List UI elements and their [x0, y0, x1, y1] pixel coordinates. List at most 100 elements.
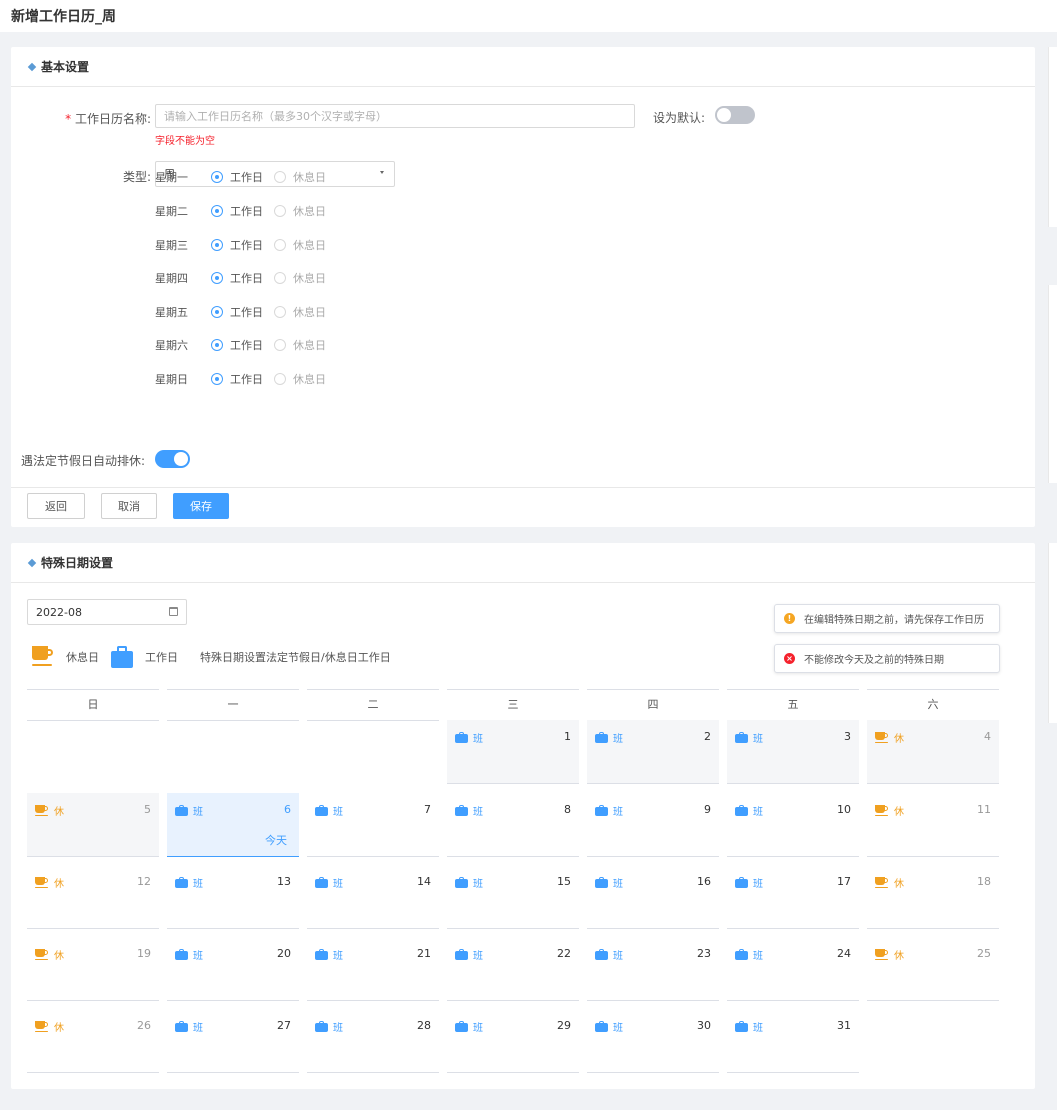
calendar-day-cell[interactable]: 班9	[587, 793, 719, 857]
legend: 休息日 工作日 特殊日期设置法定节假日/休息日工作日	[32, 646, 391, 668]
day-type-tag: 班	[595, 1019, 623, 1034]
calendar-day-cell[interactable]: 休 25	[867, 937, 999, 1001]
calendar-day-cell[interactable]: 班 13	[167, 865, 299, 929]
calendar-day-cell[interactable]: 班 6 今天	[167, 793, 299, 857]
calendar-day-cell[interactable]: 休 11	[867, 793, 999, 857]
basic-settings-header: 基本设置	[11, 47, 1035, 87]
warning-icon: !	[784, 613, 795, 624]
workday-radio[interactable]: 工作日	[211, 304, 274, 320]
day-type-tag: 班	[455, 1019, 483, 1034]
day-number: 4	[984, 730, 991, 743]
default-toggle[interactable]	[715, 106, 755, 124]
briefcase-icon	[455, 877, 468, 888]
calendar-day-cell[interactable]: 班1	[447, 720, 579, 784]
calendar-day-cell[interactable]: 休4	[867, 720, 999, 784]
calendar-day-cell[interactable]: 班 23	[587, 937, 719, 1001]
calendar-day-cell[interactable]: 休 19	[27, 937, 159, 1001]
day-number: 7	[424, 803, 431, 816]
default-label: 设为默认:	[652, 111, 705, 125]
legend-description: 特殊日期设置法定节假日/休息日工作日	[200, 651, 391, 664]
calendar-day-cell[interactable]: 班 16	[587, 865, 719, 929]
radio-icon	[211, 339, 223, 351]
restday-radio[interactable]: 休息日	[274, 203, 326, 219]
month-picker[interactable]: 2022-08	[27, 599, 187, 625]
day-type-tag: 班	[455, 730, 483, 745]
coffee-cup-icon	[35, 804, 49, 817]
calendar-day-cell[interactable]: 班 20	[167, 937, 299, 1001]
workday-radio[interactable]: 工作日	[211, 270, 274, 286]
workday-radio[interactable]: 工作日	[211, 237, 274, 253]
calendar-day-cell[interactable]: 班 14	[307, 865, 439, 929]
day-type-tag: 班	[315, 1019, 343, 1034]
calendar-day-cell[interactable]: 班 27	[167, 1009, 299, 1073]
calendar-day-cell[interactable]: 班 21	[307, 937, 439, 1001]
calendar-day-cell[interactable]: 班 30	[587, 1009, 719, 1073]
calendar-day-cell[interactable]: 休 18	[867, 865, 999, 929]
weekday-name: 星期四	[155, 272, 188, 285]
chevron-down-icon	[380, 171, 384, 174]
calendar-day-cell[interactable]: 班 17	[727, 865, 859, 929]
weekday-row: 星期六 工作日 休息日	[155, 336, 326, 354]
briefcase-icon	[595, 877, 608, 888]
workday-radio[interactable]: 工作日	[211, 371, 274, 387]
calendar-day-cell[interactable]: 班 31	[727, 1009, 859, 1073]
day-number: 2	[704, 730, 711, 743]
calendar-day-cell[interactable]: 休5	[27, 793, 159, 857]
calendar-name-input[interactable]: 请输入工作日历名称（最多30个汉字或字母）	[155, 104, 635, 128]
weekday-header: 六	[867, 689, 999, 721]
day-number: 30	[697, 1019, 711, 1032]
calendar-day-cell[interactable]: 班 10	[727, 793, 859, 857]
calendar-day-cell[interactable]: 班3	[727, 720, 859, 784]
day-type-tag: 班	[735, 730, 763, 745]
calendar-day-cell[interactable]: 班2	[587, 720, 719, 784]
day-type-tag: 休	[35, 947, 64, 962]
day-type-tag: 班	[595, 875, 623, 890]
save-button[interactable]: 保存	[173, 493, 229, 519]
day-type-tag: 班	[735, 947, 763, 962]
workday-radio[interactable]: 工作日	[211, 203, 274, 219]
special-dates-header: 特殊日期设置	[11, 543, 1035, 583]
cancel-button[interactable]: 取消	[101, 493, 157, 519]
briefcase-icon	[315, 949, 328, 960]
holiday-toggle[interactable]	[155, 450, 190, 468]
calendar-day-cell[interactable]: 班 29	[447, 1009, 579, 1073]
day-number: 24	[837, 947, 851, 960]
day-type-tag: 休	[875, 730, 904, 745]
page-title: 新增工作日历_周	[11, 9, 116, 25]
back-button[interactable]: 返回	[27, 493, 85, 519]
briefcase-icon	[735, 1021, 748, 1032]
restday-radio[interactable]: 休息日	[274, 169, 326, 185]
restday-radio[interactable]: 休息日	[274, 270, 326, 286]
restday-radio[interactable]: 休息日	[274, 304, 326, 320]
calendar-day-cell[interactable]: 休 12	[27, 865, 159, 929]
side-panel	[1048, 285, 1057, 483]
weekday-header: 四	[587, 689, 719, 721]
calendar-day-cell[interactable]: 休 26	[27, 1009, 159, 1073]
holiday-label: 遇法定节假日自动排休:	[21, 454, 146, 468]
calendar-day-cell[interactable]: 班 24	[727, 937, 859, 1001]
weekday-row: 星期二 工作日 休息日	[155, 202, 326, 220]
day-type-tag: 班	[315, 875, 343, 890]
coffee-cup-icon	[875, 876, 889, 889]
calendar-day-cell[interactable]: 班 28	[307, 1009, 439, 1073]
calendar-day-cell[interactable]: 班7	[307, 793, 439, 857]
restday-radio[interactable]: 休息日	[274, 237, 326, 253]
day-type-tag: 班	[595, 730, 623, 745]
calendar-day-cell[interactable]: 班 15	[447, 865, 579, 929]
day-type-tag: 班	[315, 803, 343, 818]
radio-icon	[274, 205, 286, 217]
day-number: 11	[977, 803, 991, 816]
coffee-cup-icon	[35, 1020, 49, 1033]
restday-radio[interactable]: 休息日	[274, 371, 326, 387]
restday-radio[interactable]: 休息日	[274, 337, 326, 353]
calendar-day-cell[interactable]: 班8	[447, 793, 579, 857]
workday-radio[interactable]: 工作日	[211, 169, 274, 185]
section-diamond-icon	[27, 558, 37, 567]
day-type-tag: 班	[175, 803, 203, 818]
calendar-day-cell[interactable]: 班 22	[447, 937, 579, 1001]
workday-radio[interactable]: 工作日	[211, 337, 274, 353]
alert-error: × 不能修改今天及之前的特殊日期	[774, 644, 1000, 673]
section-title: 基本设置	[41, 60, 90, 74]
radio-icon	[274, 306, 286, 318]
briefcase-icon	[175, 1021, 188, 1032]
